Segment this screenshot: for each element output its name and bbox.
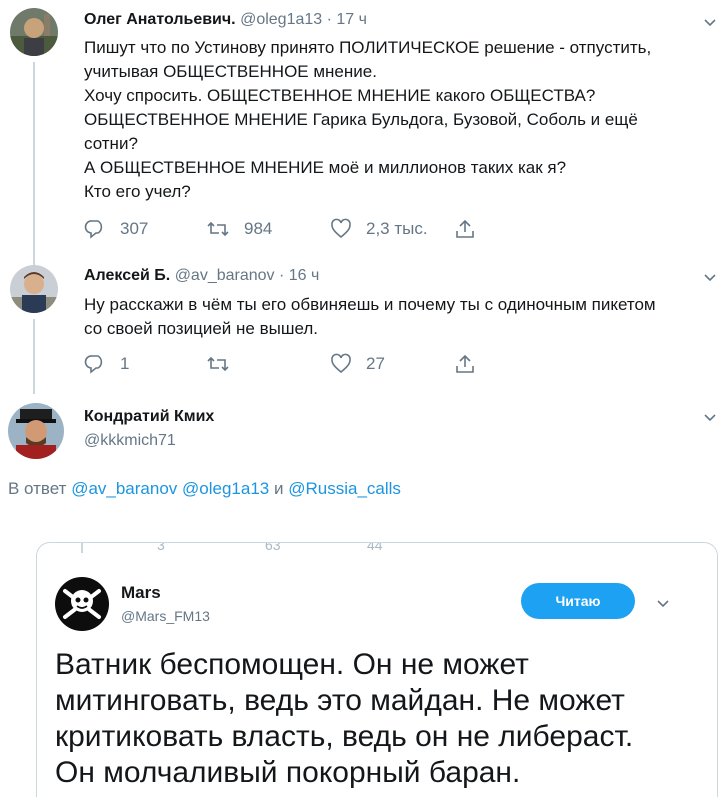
embedded-line: критиковать власть, ведь он не либераст. [55, 720, 634, 753]
reply-to-prefix: В ответ [8, 479, 67, 498]
author-name[interactable]: Кондратий Кмих [84, 408, 214, 425]
like-button[interactable]: 2,3 тыс. [330, 217, 428, 241]
tweet-line: А ОБЩЕСТВЕННОЕ МНЕНИЕ моё и миллионов та… [84, 158, 567, 177]
share-button[interactable] [454, 217, 476, 241]
chevron-down-icon[interactable] [700, 267, 720, 287]
follow-button: Читаю [521, 583, 635, 619]
tweet-text: Пишут что по Устинову принято ПОЛИТИЧЕСК… [84, 36, 724, 204]
main-author: Кондратий Кмих [84, 408, 214, 426]
separator-dot: · [279, 267, 285, 284]
author-name[interactable]: Алексей Б. [84, 267, 170, 284]
tweet-actions: 307 984 2,3 тыс. [84, 217, 484, 241]
reply-count: 1 [120, 354, 130, 373]
avatar-aleksey[interactable] [10, 265, 58, 313]
reply-to-conj: и [273, 479, 284, 498]
retweet-count: 984 [244, 219, 273, 238]
reply-button[interactable]: 307 [84, 217, 148, 241]
reply-to-line: В ответ @av_baranov @oleg1a13 и @Russia_… [8, 479, 401, 499]
main-handle-row: @kkkmich71 [84, 432, 176, 450]
author-name[interactable]: Олег Анатольевич. [84, 11, 236, 28]
retweet-icon [207, 221, 229, 237]
mars-name: Mars [121, 583, 161, 602]
heart-icon [331, 353, 351, 374]
tweet-oleg: Олег Анатольевич. @oleg1a13 · 17 ч Пишут… [0, 0, 728, 267]
chevron-down-icon[interactable] [700, 12, 720, 32]
reply-button[interactable]: 1 [84, 352, 129, 376]
tweet-header: Олег Анатольевич. @oleg1a13 · 17 ч [84, 11, 367, 29]
share-button[interactable] [454, 352, 476, 376]
retweet-button[interactable]: 984 [206, 217, 272, 241]
avatar-oleg[interactable] [10, 8, 58, 56]
share-icon [456, 354, 474, 373]
tweet-aleksey: Алексей Б. @av_baranov · 16 ч Ну расскаж… [0, 255, 728, 394]
author-handle[interactable]: @kkkmich71 [84, 432, 176, 449]
tweet-text: Ну расскажи в чём ты его обвиняешь и поч… [84, 293, 724, 341]
like-count: 2,3 тыс. [366, 219, 428, 238]
like-button[interactable]: 27 [330, 352, 385, 376]
author-handle[interactable]: @oleg1a13 [240, 11, 322, 28]
mention-russia-calls[interactable]: @Russia_calls [288, 479, 401, 498]
tweet-line: Пишут что по Устинову принято ПОЛИТИЧЕСК… [84, 38, 652, 57]
tweet-line: учитывая ОБЩЕСТВЕННОЕ мнение. [84, 62, 377, 81]
ghost-reply-count: 3 [157, 542, 165, 553]
retweet-icon [207, 356, 229, 372]
embedded-line: митинговать, ведь это майдан. Не может [55, 684, 625, 717]
author-handle[interactable]: @av_baranov [175, 267, 275, 284]
ghost-like-count: 44 [367, 542, 383, 553]
skull-icon [55, 577, 109, 631]
reply-count: 307 [120, 219, 149, 238]
tweet-line: сотни? [84, 134, 138, 153]
thread-line [33, 62, 35, 267]
mention-oleg1a13[interactable]: @oleg1a13 [182, 479, 269, 498]
mars-avatar [55, 577, 109, 631]
embedded-tweet-text: Ватник беспомощен. Он не может митингова… [55, 647, 705, 791]
avatar-kondratiy[interactable] [8, 403, 64, 459]
tweet-line: со своей позицией не вышел. [84, 319, 318, 338]
separator-dot: · [326, 11, 332, 28]
heart-icon [331, 218, 351, 239]
chevron-down-icon [653, 593, 673, 613]
reply-icon [84, 220, 103, 239]
tweet-header: Алексей Б. @av_baranov · 16 ч [84, 267, 319, 285]
timestamp[interactable]: 16 ч [289, 267, 320, 284]
ghost-retweet-count: 63 [265, 542, 281, 553]
tweet-line: Хочу спросить. ОБЩЕСТВЕННОЕ МНЕНИЕ каког… [84, 86, 596, 105]
mention-av-baranov[interactable]: @av_baranov [71, 479, 177, 498]
ghost-thread-line [81, 543, 83, 553]
tweet-line: Ну расскажи в чём ты его обвиняешь и поч… [84, 295, 656, 314]
thread-line [33, 319, 35, 394]
tweet-line: Кто его учел? [84, 182, 191, 201]
embedded-image[interactable]: 3 63 44 Mars @Mars_FM13 Читаю Ватник бес… [36, 542, 718, 797]
tweet-line: ОБЩЕСТВЕННОЕ МНЕНИЕ Гарика Бульдога, Буз… [84, 110, 638, 129]
mars-handle: @Mars_FM13 [121, 608, 210, 624]
tweet-actions: 1 27 [84, 352, 484, 376]
chevron-down-icon[interactable] [700, 407, 720, 427]
embedded-line: Ватник беспомощен. Он не может [55, 648, 529, 681]
like-count: 27 [366, 354, 385, 373]
retweet-button[interactable] [206, 352, 230, 376]
timestamp[interactable]: 17 ч [336, 11, 367, 28]
reply-icon [84, 355, 103, 374]
embedded-line: Он молчаливый покорный баран. [55, 756, 521, 789]
share-icon [456, 219, 474, 238]
